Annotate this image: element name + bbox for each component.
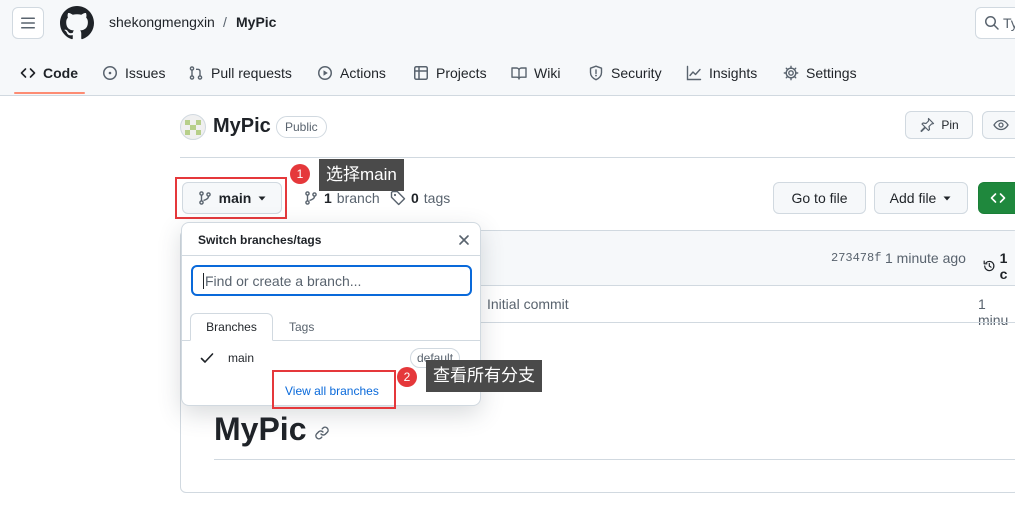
tab-settings-label: Settings: [806, 65, 857, 81]
tab-insights-label: Insights: [709, 65, 758, 81]
breadcrumb-repo[interactable]: MyPic: [236, 14, 276, 30]
repo-owner-avatar[interactable]: [180, 114, 206, 140]
annotation-highlight-branch: [175, 177, 287, 219]
add-file-button[interactable]: Add file: [874, 182, 968, 214]
code-icon: [990, 193, 1006, 203]
tags-link[interactable]: 0 tags: [390, 190, 450, 206]
readme-heading: MyPic: [214, 411, 330, 448]
close-icon[interactable]: [457, 233, 471, 247]
repo-title[interactable]: MyPic: [213, 115, 271, 138]
graph-icon: [686, 65, 702, 81]
tag-icon: [390, 190, 406, 206]
breadcrumb-separator: /: [223, 14, 227, 30]
link-icon[interactable]: [314, 425, 330, 441]
tab-issues-label: Issues: [125, 65, 166, 81]
file-commit-message[interactable]: Initial commit: [487, 296, 569, 312]
search-input[interactable]: Ty: [975, 7, 1015, 39]
pin-button[interactable]: Pin: [905, 111, 973, 139]
readme-divider: [214, 459, 1015, 460]
tab-insights[interactable]: Insights: [686, 55, 757, 91]
readme-title: MyPic: [214, 411, 307, 447]
divider: [180, 157, 1015, 158]
tab-actions-label: Actions: [340, 65, 386, 81]
tab-code-label: Code: [43, 65, 78, 81]
annotation-step-2-number: 2: [397, 367, 417, 387]
table-icon: [414, 66, 428, 80]
tab-security[interactable]: Security: [588, 55, 662, 91]
breadcrumb-owner[interactable]: shekongmengxin: [109, 14, 215, 30]
search-icon: [985, 16, 999, 30]
annotation-step-1-text: 选择main: [319, 159, 404, 191]
tab-wiki-label: Wiki: [534, 65, 561, 81]
tab-security-label: Security: [611, 65, 662, 81]
tab-pull-requests-label: Pull requests: [211, 65, 292, 81]
annotation-step-1-number: 1: [290, 164, 310, 184]
code-icon: [20, 68, 36, 78]
tab-projects-label: Projects: [436, 65, 487, 81]
tab-settings[interactable]: Settings: [783, 55, 857, 91]
dropdown-divider: [182, 255, 480, 256]
commit-sha[interactable]: 273478f: [831, 251, 881, 265]
pin-icon: [920, 117, 935, 133]
repo-nav: Code Issues Pull requests Actions Projec…: [0, 55, 1015, 95]
tab-branches-label: Branches: [206, 320, 257, 334]
hamburger-icon: [21, 17, 35, 29]
check-icon: [200, 353, 214, 363]
tag-count-label: tags: [423, 190, 451, 206]
tag-count: 0: [411, 190, 419, 206]
issues-icon: [103, 66, 117, 80]
branch-filter-input[interactable]: Find or create a branch...: [191, 265, 472, 296]
file-commit-time: 1 minu: [978, 296, 1009, 328]
visibility-badge: Public: [276, 116, 327, 138]
annotation-step-2-text: 查看所有分支: [426, 360, 542, 392]
text-caret: [203, 273, 204, 289]
add-file-label: Add file: [889, 190, 937, 206]
dropdown-title: Switch branches/tags: [198, 233, 322, 247]
tab-tags[interactable]: Tags: [289, 320, 314, 334]
book-icon: [511, 67, 527, 80]
pin-label: Pin: [941, 118, 959, 132]
code-button[interactable]: [978, 182, 1015, 214]
tab-projects[interactable]: Projects: [413, 55, 487, 91]
tab-branches[interactable]: Branches: [190, 313, 273, 341]
shield-icon: [589, 65, 603, 81]
git-branch-icon: [305, 191, 317, 205]
tab-wiki[interactable]: Wiki: [511, 55, 560, 91]
branch-item-label: main: [228, 351, 255, 365]
branch-count-label: branch: [336, 190, 380, 206]
caret-down-icon: [943, 196, 951, 201]
pull-request-icon: [189, 66, 203, 80]
menu-button[interactable]: [12, 7, 44, 39]
github-logo-icon[interactable]: [60, 6, 94, 40]
go-to-file-label: Go to file: [791, 190, 848, 206]
watch-button[interactable]: [982, 111, 1015, 139]
gear-icon: [783, 65, 799, 81]
annotation-highlight-view-all: [272, 370, 396, 409]
branch-list-item-main[interactable]: main: [200, 351, 254, 365]
tab-code[interactable]: Code: [20, 55, 78, 91]
commit-time: 1 minute ago: [885, 250, 966, 266]
tab-issues[interactable]: Issues: [102, 55, 165, 91]
go-to-file-button[interactable]: Go to file: [773, 182, 866, 214]
play-icon: [318, 66, 332, 80]
tab-actions[interactable]: Actions: [317, 55, 386, 91]
commit-history-link[interactable]: 1 c: [983, 250, 1015, 282]
eye-icon: [993, 119, 1009, 131]
history-icon: [983, 260, 995, 272]
branches-link[interactable]: 1 branch: [303, 190, 380, 206]
tab-pull-requests[interactable]: Pull requests: [188, 55, 292, 91]
commit-count: 1 c: [999, 250, 1008, 282]
branch-filter-placeholder: Find or create a branch...: [205, 273, 362, 289]
branch-count: 1: [324, 190, 332, 206]
active-tab-indicator: [14, 92, 85, 94]
search-placeholder: Ty: [1003, 15, 1015, 31]
